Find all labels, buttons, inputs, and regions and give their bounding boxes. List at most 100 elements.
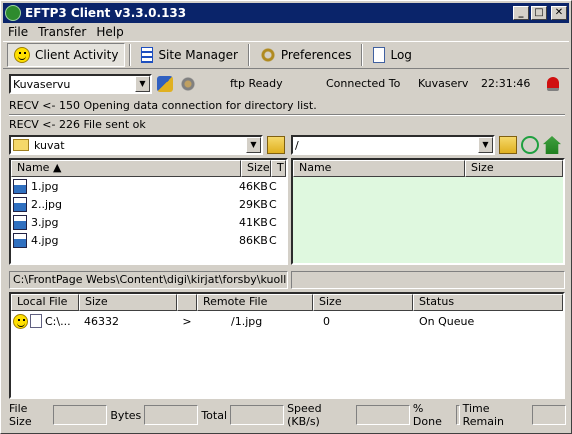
connect-icon[interactable]	[157, 76, 173, 92]
site-select[interactable]: Kuvaservu ▼	[9, 74, 152, 94]
time-remain-label: Time Remain	[462, 402, 505, 428]
client-activity-label: Client Activity	[35, 48, 119, 62]
message-line: RECV <- 226 File sent ok	[9, 118, 146, 131]
gear-icon	[259, 47, 276, 63]
smiley-icon	[13, 313, 28, 329]
local-file-list[interactable]: Name ▲ Size T 1.jpg 46KB C 2..jpg 29KB C…	[9, 158, 288, 265]
list-item[interactable]: 1.jpg 46KB C	[11, 177, 286, 195]
bytes-field	[144, 405, 199, 425]
column-name[interactable]: Name ▲	[11, 160, 241, 177]
image-file-icon	[13, 232, 27, 248]
close-button[interactable]: ✕	[551, 6, 567, 20]
title-bar[interactable]: EFTP3 Client v3.3.0.133 _ □ ✕	[3, 3, 569, 23]
queue-remote-file: /1.jpg	[231, 314, 263, 328]
column-status[interactable]: Status	[413, 294, 563, 311]
done-label: % Done	[412, 402, 442, 428]
document-icon	[30, 314, 42, 328]
column-size[interactable]: Size	[79, 294, 177, 311]
clock-time: 22:31:46	[481, 77, 531, 90]
column-type[interactable]: T	[271, 160, 286, 177]
app-window: EFTP3 Client v3.3.0.133 _ □ ✕ File Trans…	[0, 0, 572, 434]
file-name: 2..jpg	[31, 197, 63, 211]
queue-direction: >	[182, 314, 192, 328]
image-file-icon	[13, 196, 27, 212]
list-item[interactable]: 3.jpg 41KB C	[11, 213, 286, 231]
local-folder-value: kuvat	[34, 138, 65, 152]
file-type: C	[269, 197, 277, 211]
window-title: EFTP3 Client v3.3.0.133	[25, 6, 187, 20]
alarm-light-icon	[547, 77, 559, 91]
total-field	[230, 405, 285, 425]
toolbar-separator	[129, 44, 132, 66]
image-file-icon	[13, 214, 27, 230]
log-label: Log	[390, 48, 412, 62]
maximize-button[interactable]: □	[531, 6, 547, 20]
parent-folder-icon[interactable]	[499, 136, 517, 154]
file-type: C	[269, 233, 277, 247]
menu-help[interactable]: Help	[91, 24, 128, 41]
document-icon	[373, 47, 386, 63]
transfer-queue[interactable]: Local File Size Remote File Size Status …	[9, 292, 565, 399]
divider	[9, 114, 565, 116]
site-manager-label: Site Manager	[158, 48, 238, 62]
column-direction[interactable]	[177, 294, 197, 311]
file-size-label: File Size	[9, 402, 32, 428]
bytes-label: Bytes	[110, 408, 142, 422]
menu-transfer[interactable]: Transfer	[33, 24, 91, 41]
client-activity-button[interactable]: Client Activity	[7, 43, 126, 67]
total-label: Total	[201, 408, 228, 422]
smiley-icon	[14, 47, 30, 63]
chevron-down-icon[interactable]: ▼	[135, 76, 150, 92]
menu-file[interactable]: File	[3, 24, 33, 41]
queue-size: 46332	[84, 314, 119, 328]
time-remain-field	[532, 405, 566, 425]
remote-path	[291, 271, 565, 289]
column-remote-file[interactable]: Remote File	[197, 294, 313, 311]
status-bar: File Size Bytes Total Speed (KB/s) % Don…	[3, 402, 569, 428]
list-item[interactable]: 2..jpg 29KB C	[11, 195, 286, 213]
site-select-value: Kuvaservu	[13, 77, 71, 91]
file-type: C	[269, 179, 277, 193]
refresh-icon[interactable]	[521, 136, 539, 154]
log-button[interactable]: Log	[367, 43, 417, 67]
remote-file-list[interactable]: Name Size	[291, 158, 565, 265]
preferences-button[interactable]: Preferences	[254, 43, 358, 67]
table-row[interactable]: C:\... 46332 > /1.jpg 0 On Queue	[11, 311, 563, 331]
queue-header: Local File Size Remote File Size Status	[11, 294, 563, 311]
menu-bar: File Transfer Help	[3, 24, 129, 41]
minimize-button[interactable]: _	[513, 6, 529, 20]
file-size: 29KB	[239, 197, 268, 211]
main-toolbar: Client Activity Site Manager Preferences…	[3, 41, 569, 69]
remote-list-header: Name Size	[293, 160, 563, 177]
column-name[interactable]: Name	[293, 160, 465, 177]
local-path: C:\FrontPage Webs\Content\digi\kirjat\fo…	[9, 271, 288, 289]
remote-folder-value: /	[295, 138, 299, 152]
speed-label: Speed (KB/s)	[287, 402, 322, 428]
preferences-label: Preferences	[280, 48, 352, 62]
ftp-state: ftp Ready	[230, 77, 283, 90]
file-name: 1.jpg	[31, 179, 59, 193]
column-size[interactable]: Size	[465, 160, 563, 177]
message-line: RECV <- 150 Opening data connection for …	[9, 99, 317, 112]
disconnect-icon[interactable]	[180, 76, 196, 92]
column-remote-size[interactable]: Size	[313, 294, 413, 311]
image-file-icon	[13, 178, 27, 194]
chevron-down-icon[interactable]: ▼	[246, 137, 261, 153]
toolbar-separator	[247, 44, 250, 66]
connected-to-value: Kuvaserv	[418, 77, 469, 90]
remote-folder-select[interactable]: / ▼	[291, 135, 495, 155]
app-icon	[5, 5, 21, 21]
chevron-down-icon[interactable]: ▼	[478, 137, 493, 153]
column-size[interactable]: Size	[241, 160, 271, 177]
connected-to-label: Connected To	[326, 77, 401, 90]
list-item[interactable]: 4.jpg 86KB C	[11, 231, 286, 249]
home-icon[interactable]	[543, 136, 561, 154]
queue-local-file: C:\...	[45, 314, 71, 328]
local-folder-select[interactable]: kuvat ▼	[9, 135, 263, 155]
column-local-file[interactable]: Local File	[11, 294, 79, 311]
site-tree-icon	[141, 47, 154, 63]
parent-folder-icon[interactable]	[267, 136, 285, 154]
queue-remote-size: 0	[323, 314, 330, 328]
site-manager-button[interactable]: Site Manager	[135, 43, 243, 67]
file-name: 3.jpg	[31, 215, 59, 229]
